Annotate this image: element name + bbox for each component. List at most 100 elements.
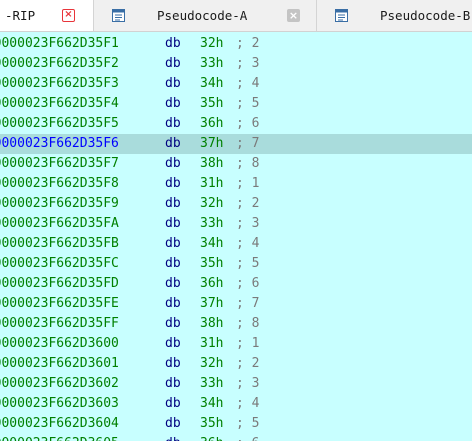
listing-line[interactable]: 3:0000023F662D35F4 db 35h ; 5 [0, 94, 472, 114]
comment-text: ; 7 [236, 296, 260, 311]
comment-text: ; 8 [236, 156, 260, 171]
tab-rip[interactable]: -RIP × [0, 0, 94, 31]
value-text: 37h [200, 136, 224, 151]
comment-text: ; 2 [236, 36, 260, 51]
mnemonic-text: db [165, 416, 181, 431]
listing-line[interactable]: 3:0000023F662D35F5 db 36h ; 6 [0, 114, 472, 134]
address-text: 3:0000023F662D3602 [0, 376, 119, 391]
value-text: 34h [200, 76, 224, 91]
listing-line[interactable]: 3:0000023F662D35F8 db 31h ; 1 [0, 174, 472, 194]
comment-text: ; 3 [236, 56, 260, 71]
address-text: 3:0000023F662D3604 [0, 416, 119, 431]
address-text: 3:0000023F662D35FF [0, 316, 119, 331]
listing-line[interactable]: 3:0000023F662D35F1 db 32h ; 2 [0, 34, 472, 54]
listing-line[interactable]: 3:0000023F662D35F7 db 38h ; 8 [0, 154, 472, 174]
comment-text: ; 6 [236, 434, 259, 441]
address-text: 3:0000023F662D35F8 [0, 176, 119, 191]
value-text: 35h [200, 96, 224, 111]
address-text: 3:0000023F662D35F3 [0, 76, 119, 91]
comment-text: ; 7 [236, 136, 260, 151]
address-text: 3:0000023F662D3601 [0, 356, 119, 371]
value-text: 32h [200, 356, 224, 371]
close-icon[interactable]: × [62, 9, 75, 22]
comment-text: ; 4 [236, 396, 260, 411]
comment-text: ; 1 [236, 176, 260, 191]
listing-line[interactable]: 3:0000023F662D35FB db 34h ; 4 [0, 234, 472, 254]
address-text: 3:0000023F662D35F7 [0, 156, 119, 171]
listing-line[interactable]: 3:0000023F662D3604 db 35h ; 5 [0, 414, 472, 434]
value-text: 31h [200, 336, 224, 351]
address-text: 3:0000023F662D35F2 [0, 56, 119, 71]
value-text: 33h [200, 56, 224, 71]
address-text: 3:0000023F662D35FE [0, 296, 119, 311]
address-text: 3:0000023F662D35FA [0, 216, 119, 231]
mnemonic-text: db [165, 76, 181, 91]
mnemonic-text: db [165, 176, 181, 191]
mnemonic-text: db [165, 316, 181, 331]
comment-text: ; 2 [236, 196, 260, 211]
value-text: 35h [200, 416, 224, 431]
mnemonic-text: db [165, 156, 181, 171]
listing-line[interactable]: 3:0000023F662D3600 db 31h ; 1 [0, 334, 472, 354]
value-text: 32h [200, 36, 224, 51]
listing-line[interactable]: 3:0000023F662D3602 db 33h ; 3 [0, 374, 472, 394]
value-text: 38h [200, 316, 224, 331]
address-text: 3:0000023F662D35F9 [0, 196, 119, 211]
address-text: 3:0000023F662D35FC [0, 256, 119, 271]
listing-line[interactable]: 3:0000023F662D35FA db 33h ; 3 [0, 214, 472, 234]
address-text: 3:0000023F662D3605 [0, 434, 119, 441]
close-icon[interactable]: × [287, 9, 300, 22]
value-text: 38h [200, 156, 224, 171]
mnemonic-text: db [165, 136, 181, 151]
value-text: 36h [200, 116, 224, 131]
address-text: 3:0000023F662D35F1 [0, 36, 119, 51]
tab-bar: -RIP × Pseudocode-A × Pseudocode-B [0, 0, 472, 32]
value-text: 33h [200, 216, 224, 231]
mnemonic-text: db [165, 216, 181, 231]
comment-text: ; 2 [236, 356, 260, 371]
mnemonic-text: db [165, 256, 181, 271]
pseudocode-icon [112, 9, 125, 22]
value-text: 35h [200, 256, 224, 271]
comment-text: ; 5 [236, 96, 260, 111]
listing-line[interactable]: 3:0000023F662D3605 db 36h ; 6 [0, 434, 472, 441]
mnemonic-text: db [165, 396, 181, 411]
disassembly-listing[interactable]: 3:0000023F662D35F1db32h; 23:0000023F662D… [0, 32, 472, 441]
value-text: 34h [200, 396, 224, 411]
listing-line[interactable]: 3:0000023F662D35F9 db 32h ; 2 [0, 194, 472, 214]
mnemonic-text: db [165, 196, 181, 211]
address-text: 3:0000023F662D35FB [0, 236, 119, 251]
mnemonic-text: db [165, 376, 181, 391]
listing-line[interactable]: 3:0000023F662D3603 db 34h ; 4 [0, 394, 472, 414]
mnemonic-text: db [165, 116, 181, 131]
address-text: 3:0000023F662D35F5 [0, 116, 119, 131]
value-text: 37h [200, 296, 224, 311]
address-text: 3:0000023F662D3600 [0, 336, 119, 351]
comment-text: ; 8 [236, 316, 260, 331]
address-text: 3:0000023F662D35FD [0, 276, 119, 291]
comment-text: ; 6 [236, 276, 260, 291]
value-text: 32h [200, 196, 224, 211]
listing-line[interactable]: 3:0000023F662D3601 db 32h ; 2 [0, 354, 472, 374]
comment-text: ; 3 [236, 216, 260, 231]
tab-label: -RIP [5, 8, 36, 23]
listing-line[interactable]: 3:0000023F662D35FC db 35h ; 5 [0, 254, 472, 274]
mnemonic-text: db [165, 56, 181, 71]
listing-line[interactable]: 3:0000023F662D35FF db 38h ; 8 [0, 314, 472, 334]
listing-line[interactable]: 3:0000023F662D35F2 db 33h ; 3 [0, 54, 472, 74]
comment-text: ; 6 [236, 116, 260, 131]
comment-text: ; 3 [236, 376, 260, 391]
tab-label: Pseudocode-B [380, 8, 471, 23]
listing-line[interactable]: 3:0000023F662D35F6 db 37h ; 7 [0, 134, 472, 154]
mnemonic-text: db [165, 96, 181, 111]
mnemonic-text: db [165, 236, 181, 251]
listing-line[interactable]: 3:0000023F662D35F3 db 34h ; 4 [0, 74, 472, 94]
listing-line[interactable]: 3:0000023F662D35FE db 37h ; 7 [0, 294, 472, 314]
value-text: 31h [200, 176, 224, 191]
value-text: 36h [200, 434, 223, 441]
tab-pseudocode-b[interactable]: Pseudocode-B [317, 0, 472, 31]
mnemonic-text: db [165, 434, 181, 441]
tab-pseudocode-a[interactable]: Pseudocode-A × [95, 0, 317, 31]
listing-line[interactable]: 3:0000023F662D35FD db 36h ; 6 [0, 274, 472, 294]
value-text: 36h [200, 276, 224, 291]
